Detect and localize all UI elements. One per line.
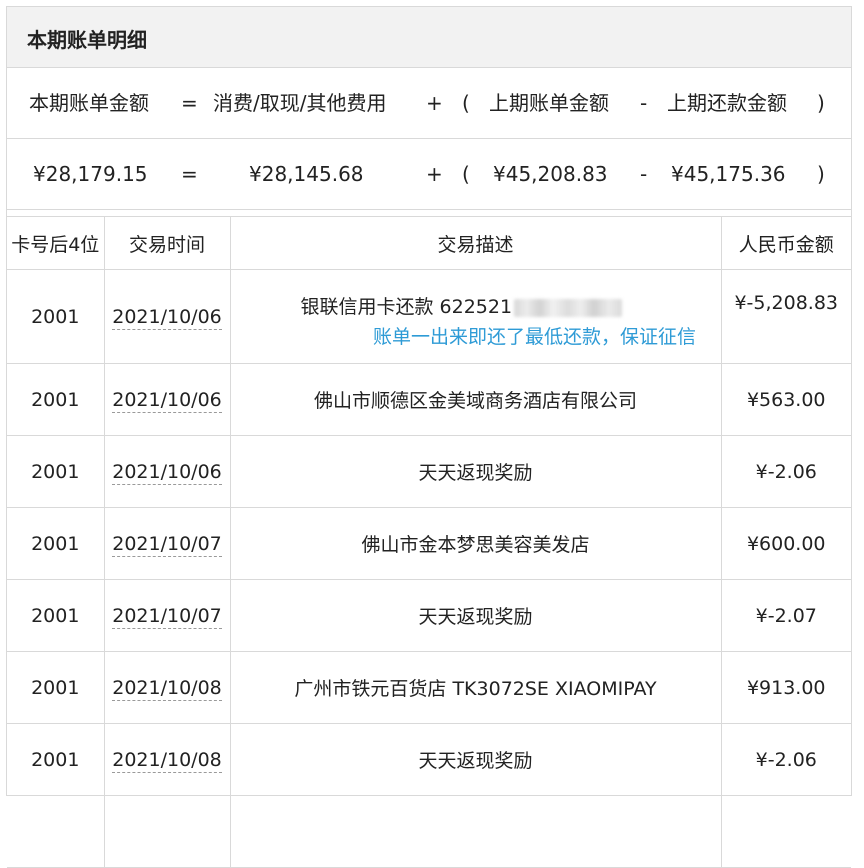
cell-date: 2021/10/07 <box>104 579 231 652</box>
cell-amount: ¥-2.06 <box>721 723 851 796</box>
cell-card: 2001 <box>7 723 105 796</box>
date-link[interactable]: 2021/10/06 <box>112 460 222 485</box>
formula-value-prev-repaid: ¥45,175.36 <box>671 162 786 186</box>
formula-values-row: ¥28,179.15 = ¥28,145.68 + ( ¥45,208.83 -… <box>7 139 851 210</box>
formula-label-prev-amount: 上期账单金额 <box>489 91 609 115</box>
cell-empty <box>230 795 722 868</box>
formula-value-plus: + <box>426 162 443 186</box>
bill-detail-panel: 本期账单明细 本期账单金额 = 消费/取现/其他费用 + ( 上期账单金额 - … <box>6 6 852 868</box>
section-title: 本期账单明细 <box>27 28 147 52</box>
table-row-partial <box>7 795 851 868</box>
formula-label-current-amount: 本期账单金额 <box>29 91 149 115</box>
table-row: 2001 2021/10/07 天天返现奖励 ¥-2.07 <box>7 579 851 652</box>
formula-label-spend: 消费/取现/其他费用 <box>213 91 387 115</box>
formula-value-equals: = <box>181 162 198 186</box>
cell-amount: ¥-2.06 <box>721 435 851 508</box>
desc-text: 银联信用卡还款 622521 <box>300 296 513 318</box>
table-row: 2001 2021/10/07 佛山市金本梦思美容美发店 ¥600.00 <box>7 507 851 580</box>
cell-empty <box>104 795 231 868</box>
table-header-row: 卡号后4位 交易时间 交易描述 人民币金额 <box>7 217 851 270</box>
cell-amount: ¥600.00 <box>721 507 851 580</box>
cell-amount: ¥913.00 <box>721 651 851 724</box>
cell-amount: ¥-2.07 <box>721 579 851 652</box>
date-link[interactable]: 2021/10/06 <box>112 388 222 413</box>
header-card: 卡号后4位 <box>7 217 105 270</box>
cell-card: 2001 <box>7 579 105 652</box>
cell-desc: 天天返现奖励 <box>230 435 722 508</box>
cell-date: 2021/10/07 <box>104 507 231 580</box>
cell-card: 2001 <box>7 363 105 436</box>
header-date: 交易时间 <box>104 217 231 270</box>
cell-desc: 天天返现奖励 <box>230 723 722 796</box>
formula-labels-row: 本期账单金额 = 消费/取现/其他费用 + ( 上期账单金额 - 上期还款金额 … <box>7 68 851 139</box>
table-row: 2001 2021/10/06 佛山市顺德区金美域商务酒店有限公司 ¥563.0… <box>7 363 851 436</box>
formula-value-prev-amount: ¥45,208.83 <box>493 162 608 186</box>
cell-date: 2021/10/06 <box>104 269 231 364</box>
date-link[interactable]: 2021/10/07 <box>112 532 222 557</box>
date-link[interactable]: 2021/10/08 <box>112 748 222 773</box>
formula-label-prev-repaid: 上期还款金额 <box>667 91 787 115</box>
cell-empty <box>721 795 851 868</box>
table-row: 2001 2021/10/08 天天返现奖励 ¥-2.06 <box>7 723 851 796</box>
cell-card: 2001 <box>7 651 105 724</box>
formula-label-lparen: ( <box>462 91 470 115</box>
date-link[interactable]: 2021/10/07 <box>112 604 222 629</box>
section-header: 本期账单明细 <box>7 7 851 68</box>
date-link[interactable]: 2021/10/08 <box>112 676 222 701</box>
table-row: 2001 2021/10/06 天天返现奖励 ¥-2.06 <box>7 435 851 508</box>
cell-empty <box>7 795 105 868</box>
cell-amount: ¥-5,208.83 <box>721 269 851 364</box>
cell-date: 2021/10/08 <box>104 651 231 724</box>
redacted-card-number <box>514 298 623 317</box>
cell-date: 2021/10/06 <box>104 363 231 436</box>
cell-amount: ¥563.00 <box>721 363 851 436</box>
formula-label-equals: = <box>181 91 198 115</box>
cell-desc: 银联信用卡还款 622521 <box>230 269 722 364</box>
formula-value-lparen: ( <box>462 162 470 186</box>
table-row: 2001 2021/10/06 银联信用卡还款 622521 ¥-5,208.8… <box>7 269 851 364</box>
formula-value-rparen: ) <box>817 162 825 186</box>
cell-card: 2001 <box>7 507 105 580</box>
header-desc: 交易描述 <box>230 217 722 270</box>
section-spacer <box>7 210 851 217</box>
overlay-annotation: 账单一出来即还了最低还款，保证征信 <box>373 326 697 348</box>
formula-value-current-amount: ¥28,179.15 <box>33 162 148 186</box>
cell-date: 2021/10/06 <box>104 435 231 508</box>
formula-label-plus: + <box>426 91 443 115</box>
cell-date: 2021/10/08 <box>104 723 231 796</box>
formula-label-minus: - <box>640 91 648 115</box>
formula-label-rparen: ) <box>817 91 825 115</box>
table-row: 2001 2021/10/08 广州市铁元百货店 TK3072SE XIAOMI… <box>7 651 851 724</box>
date-link[interactable]: 2021/10/06 <box>112 305 222 330</box>
cell-desc: 天天返现奖励 <box>230 579 722 652</box>
header-amount: 人民币金额 <box>721 217 851 270</box>
cell-desc: 广州市铁元百货店 TK3072SE XIAOMIPAY <box>230 651 722 724</box>
formula-value-minus: - <box>640 162 648 186</box>
cell-card: 2001 <box>7 269 105 364</box>
formula-value-spend: ¥28,145.68 <box>249 162 364 186</box>
cell-desc: 佛山市顺德区金美域商务酒店有限公司 <box>230 363 722 436</box>
transaction-table: 卡号后4位 交易时间 交易描述 人民币金额 2001 2021/10/06 银联… <box>7 217 851 868</box>
cell-card: 2001 <box>7 435 105 508</box>
cell-desc: 佛山市金本梦思美容美发店 <box>230 507 722 580</box>
